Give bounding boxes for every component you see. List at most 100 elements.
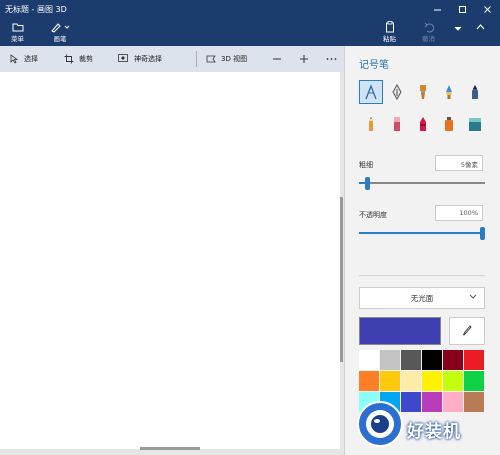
finish-dropdown[interactable]: 无光面 <box>359 287 485 309</box>
minimize-icon <box>434 9 441 10</box>
paste-label: 粘贴 <box>383 35 396 43</box>
opacity-slider-thumb[interactable] <box>480 227 485 240</box>
watermark-logo <box>357 401 403 447</box>
palette-swatch[interactable] <box>359 371 379 391</box>
paste-icon <box>385 20 394 32</box>
brush-icon <box>51 22 70 33</box>
canvas-toolbar: 选择 裁剪 神奇选择 3D 视图 <box>0 46 344 72</box>
palette-swatch[interactable] <box>422 371 442 391</box>
menu-label: 菜单 <box>11 35 24 43</box>
calligraphy-pen-icon <box>392 84 402 100</box>
thickness-label: 粗细 <box>359 161 373 169</box>
ribbon: 菜单 画笔 粘贴 撤消 <box>0 18 500 46</box>
palette-swatch[interactable] <box>464 350 484 370</box>
oil-brush-tool[interactable] <box>411 80 435 104</box>
palette-swatch[interactable] <box>359 350 379 370</box>
toolbar-divider <box>196 51 197 67</box>
chevron-down-icon <box>454 26 462 31</box>
maximize-button[interactable] <box>450 0 475 18</box>
chevron-up-icon <box>476 24 485 30</box>
menu-button[interactable]: 菜单 <box>11 20 24 43</box>
palette-swatch[interactable] <box>422 350 442 370</box>
palette-swatch[interactable] <box>401 371 421 391</box>
more-icon <box>326 58 337 60</box>
crop-label: 裁剪 <box>79 55 93 63</box>
fill-tool[interactable] <box>463 112 487 136</box>
pencil-icon <box>369 117 373 131</box>
watercolor-icon <box>446 85 452 99</box>
horizontal-scrollbar[interactable] <box>140 447 200 450</box>
undo-button[interactable]: 撤消 <box>422 20 435 43</box>
brushes-label: 画笔 <box>53 35 67 43</box>
palette-swatch[interactable] <box>464 371 484 391</box>
eyedropper-icon <box>462 325 472 336</box>
current-color-swatch[interactable] <box>359 317 441 345</box>
undo-label: 撤消 <box>422 35 435 43</box>
window-title: 无标题 - 画图 3D <box>5 4 67 14</box>
pixel-pen-tool[interactable] <box>463 80 487 104</box>
pixel-pen-icon <box>472 85 478 99</box>
thickness-slider-track <box>359 182 485 184</box>
finish-value: 无光面 <box>410 293 434 303</box>
thickness-slider-thumb[interactable] <box>365 177 371 190</box>
palette-swatch[interactable] <box>443 371 463 391</box>
drawing-canvas[interactable] <box>0 72 340 449</box>
workspace <box>0 72 344 455</box>
crayon-icon <box>420 117 426 131</box>
opacity-slider-fill <box>359 232 482 234</box>
brushes-panel: 记号笔 粗细 5像素 不透明度 100% 无光面 <box>344 46 500 455</box>
magic-select-tool[interactable]: 神奇选择 <box>118 46 162 72</box>
select-label: 选择 <box>24 55 38 63</box>
marker-icon <box>365 84 377 100</box>
paste-button[interactable]: 粘贴 <box>383 20 396 43</box>
close-button[interactable] <box>475 0 500 18</box>
oil-brush-icon <box>420 85 426 99</box>
cursor-icon <box>10 54 19 64</box>
thickness-input[interactable]: 5像素 <box>435 155 483 171</box>
title-bar: 无标题 - 画图 3D <box>0 0 500 18</box>
more-options-button[interactable] <box>326 46 337 72</box>
view-3d-label: 3D 视图 <box>221 55 248 63</box>
marker-tool[interactable] <box>359 80 383 104</box>
crop-icon <box>64 54 74 64</box>
collapse-ribbon-button[interactable] <box>476 24 485 30</box>
opacity-input[interactable]: 100% <box>435 205 483 221</box>
zoom-in-button[interactable] <box>299 46 309 72</box>
panel-title: 记号笔 <box>359 60 389 71</box>
palette-swatch[interactable] <box>380 371 400 391</box>
spraycan-tool[interactable] <box>437 112 461 136</box>
palette-swatch[interactable] <box>380 350 400 370</box>
watercolor-tool[interactable] <box>437 80 461 104</box>
watermark-text: 好装机 <box>407 422 461 442</box>
close-icon <box>484 5 491 13</box>
more-button[interactable] <box>454 26 462 32</box>
view-3d-button[interactable]: 3D 视图 <box>206 46 247 72</box>
chevron-down-icon <box>469 293 477 302</box>
eraser-tool[interactable] <box>385 112 409 136</box>
minimize-button[interactable] <box>425 0 450 18</box>
calligraphy-pen-tool[interactable] <box>385 80 409 104</box>
eyedropper-button[interactable] <box>449 317 485 345</box>
crayon-tool[interactable] <box>411 112 435 136</box>
vertical-scrollbar[interactable] <box>340 197 343 362</box>
zoom-out-button[interactable] <box>272 46 282 72</box>
fill-icon <box>469 118 481 131</box>
magic-select-icon <box>118 54 128 62</box>
maximize-icon <box>459 5 466 13</box>
spraycan-icon <box>445 117 453 131</box>
undo-icon <box>424 22 434 32</box>
view-3d-icon <box>206 55 216 63</box>
folder-icon <box>12 23 23 31</box>
opacity-label: 不透明度 <box>359 211 387 219</box>
panel-divider <box>359 275 485 276</box>
palette-swatch[interactable] <box>443 350 463 370</box>
crop-tool[interactable]: 裁剪 <box>64 46 93 72</box>
select-tool[interactable]: 选择 <box>10 46 38 72</box>
eraser-icon <box>394 117 400 131</box>
pencil-tool[interactable] <box>359 112 383 136</box>
watermark: 好装机 <box>355 395 495 453</box>
minus-icon <box>273 58 281 60</box>
magic-select-label: 神奇选择 <box>134 55 162 63</box>
brushes-button[interactable]: 画笔 <box>50 20 70 43</box>
palette-swatch[interactable] <box>401 350 421 370</box>
